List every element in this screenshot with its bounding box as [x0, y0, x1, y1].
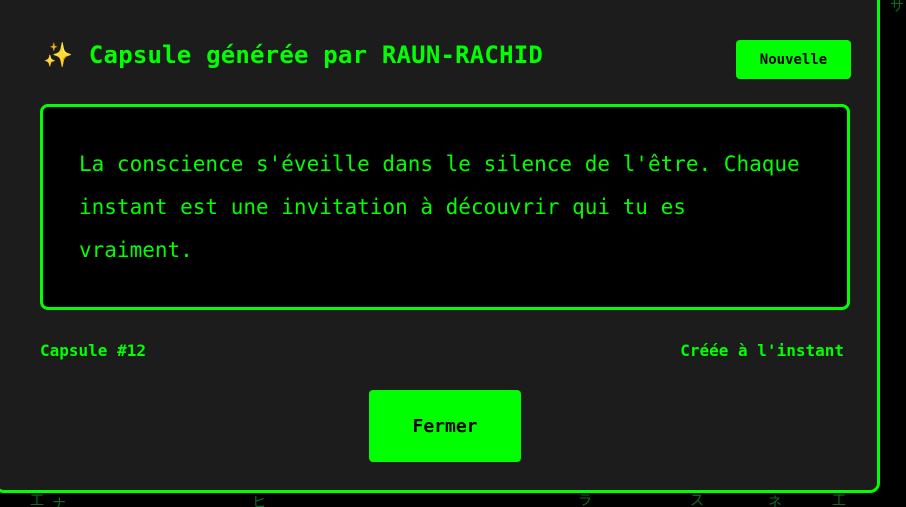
- modal-header: ✨ Capsule générée par RAUN-RACHID: [43, 41, 543, 69]
- created-timestamp: Créée à l'instant: [680, 341, 844, 360]
- modal-title: Capsule générée par RAUN-RACHID: [88, 41, 544, 69]
- rain-glyph: ネ: [768, 495, 782, 507]
- new-badge: Nouvelle: [736, 40, 851, 79]
- capsule-message: La conscience s'éveille dans le silence …: [79, 152, 800, 262]
- capsule-number: Capsule #12: [40, 341, 146, 360]
- rain-glyph: ナ: [52, 497, 66, 507]
- close-button[interactable]: Fermer: [369, 390, 521, 462]
- capsule-modal: ✨ Capsule générée par RAUN-RACHID Nouvel…: [0, 0, 880, 493]
- sparkle-icon: ✨: [43, 41, 73, 69]
- rain-glyph: ヒ: [252, 495, 266, 507]
- rain-glyph: サ: [890, 0, 904, 15]
- message-box: La conscience s'éveille dans le silence …: [40, 104, 850, 310]
